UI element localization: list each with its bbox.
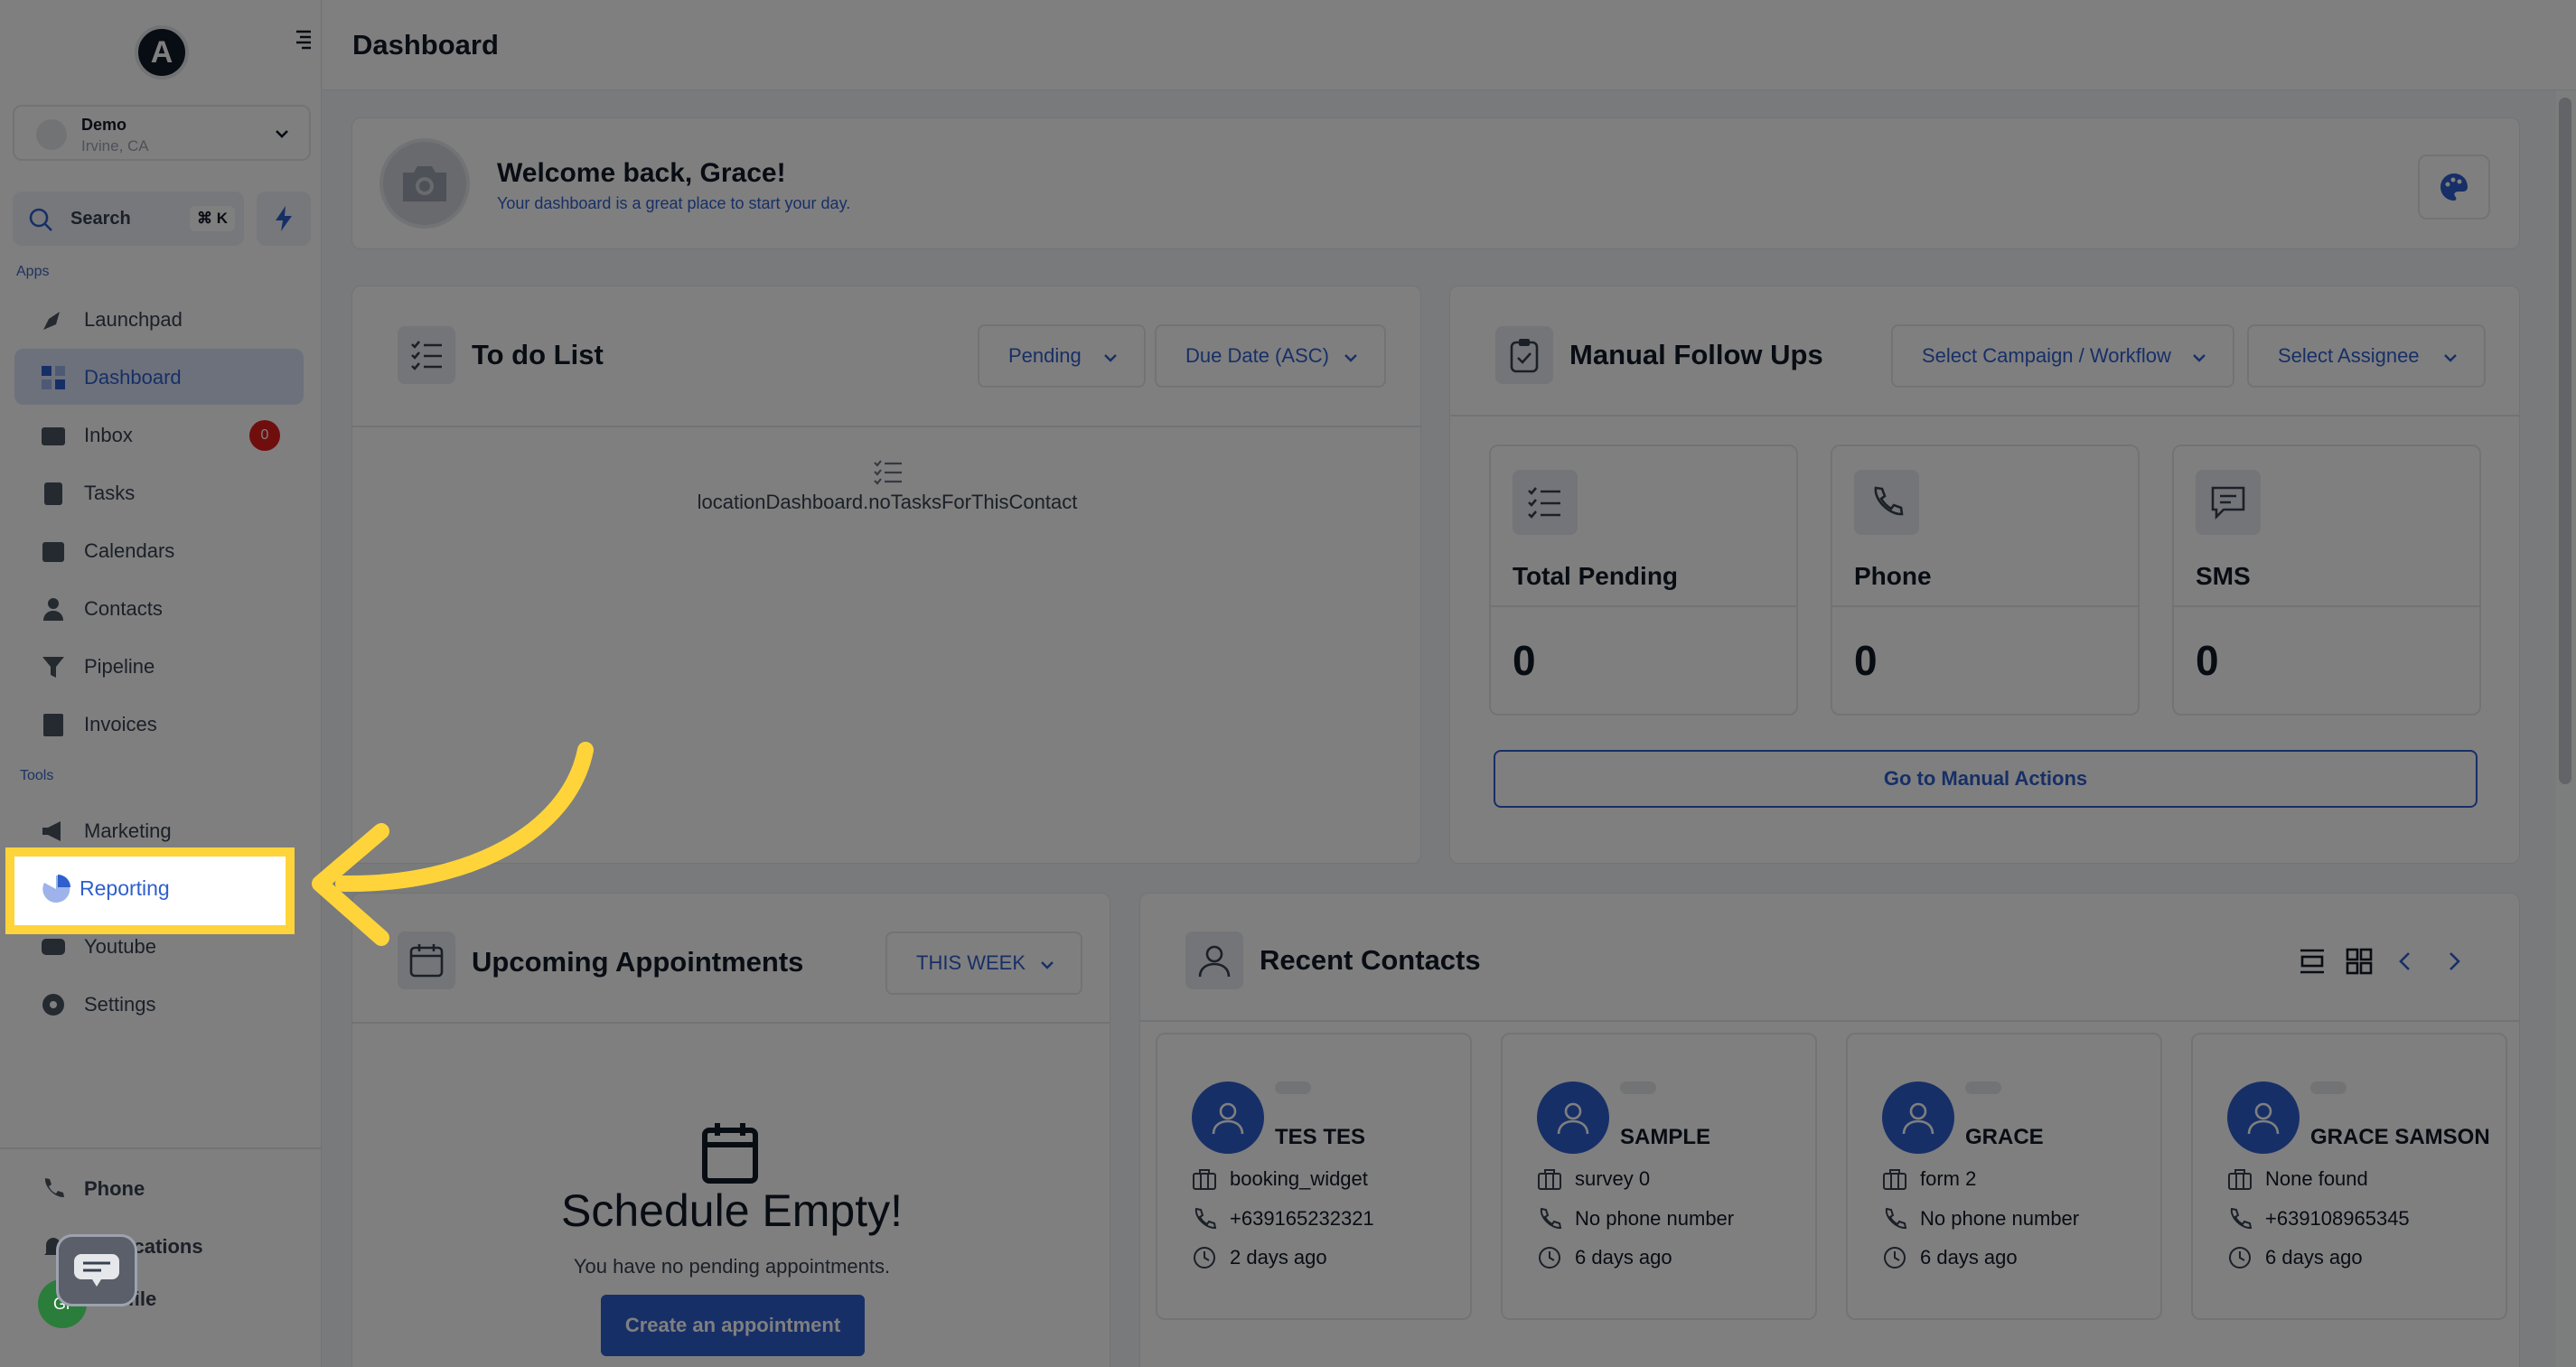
chat-icon xyxy=(74,1254,119,1287)
pointer-arrow-icon xyxy=(312,742,594,946)
pie-chart-icon xyxy=(42,875,70,903)
chat-widget-button[interactable] xyxy=(56,1234,137,1306)
reporting-highlight[interactable]: Reporting xyxy=(5,847,295,934)
reporting-label: Reporting xyxy=(80,876,170,900)
tutorial-overlay xyxy=(0,0,2576,1367)
